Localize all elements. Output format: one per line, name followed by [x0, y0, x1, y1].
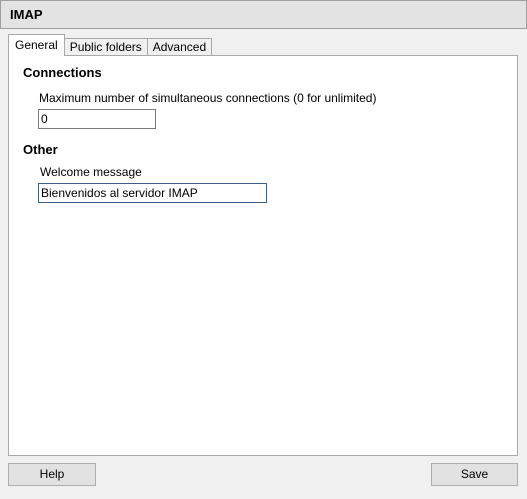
tab-public-folders[interactable]: Public folders — [63, 38, 148, 56]
welcome-message-label: Welcome message — [40, 165, 142, 179]
save-button[interactable]: Save — [431, 463, 518, 486]
general-tab-panel: Connections Maximum number of simultaneo… — [8, 55, 518, 456]
window-title: IMAP — [10, 7, 43, 22]
other-heading: Other — [23, 142, 58, 157]
help-button[interactable]: Help — [8, 463, 96, 486]
title-bar: IMAP — [0, 0, 527, 29]
max-connections-label: Maximum number of simultaneous connectio… — [39, 91, 377, 105]
imap-settings-window: IMAP General Public folders Advanced Con… — [0, 0, 527, 499]
max-connections-input[interactable] — [38, 109, 156, 129]
connections-heading: Connections — [23, 65, 102, 80]
welcome-message-input[interactable] — [38, 183, 267, 203]
tab-advanced[interactable]: Advanced — [146, 38, 213, 56]
tab-general[interactable]: General — [8, 34, 65, 56]
tab-strip: General Public folders Advanced — [8, 34, 213, 56]
